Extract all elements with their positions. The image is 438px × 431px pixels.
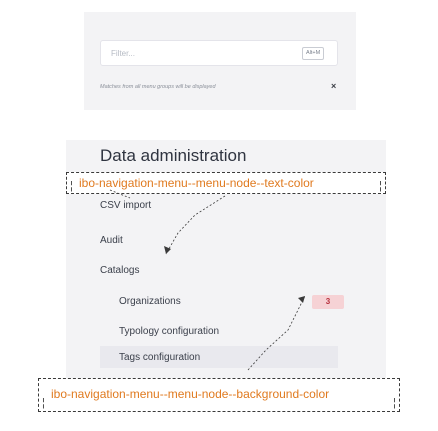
menu-item-catalogs[interactable]: Catalogs [100, 265, 139, 276]
filter-hint: Matches from all menu groups will be dis… [100, 84, 216, 90]
menu-item-tags-configuration[interactable]: Tags configuration [119, 352, 200, 363]
organizations-count-badge: 3 [312, 295, 344, 309]
annotation-bracket-right: ¦ [393, 397, 396, 409]
annotation-background-color-label: ibo-navigation-menu--menu-node--backgrou… [51, 387, 330, 401]
annotation-bracket-left: ¦ [42, 397, 45, 409]
menu-item-audit[interactable]: Audit [100, 235, 123, 246]
menu-item-organizations[interactable]: Organizations [119, 296, 181, 307]
menu-item-csv-import[interactable]: CSV import [100, 200, 151, 211]
menu-group-title: Data administration [100, 146, 247, 165]
annotation-bracket-right: ¦ [379, 180, 382, 192]
menu-item-typology-configuration[interactable]: Typology configuration [119, 326, 219, 337]
annotation-text-color: ¦ ibo-navigation-menu--menu-node--text-c… [66, 172, 386, 194]
close-hint-icon[interactable]: × [331, 81, 336, 91]
navigation-menu-screenshot: Alt+M Matches from all menu groups will … [0, 0, 438, 431]
shortcut-badge: Alt+M [302, 47, 325, 60]
annotation-bracket-left: ¦ [70, 180, 73, 192]
annotation-background-color: ¦ ibo-navigation-menu--menu-node--backgr… [38, 378, 400, 412]
annotation-text-color-label: ibo-navigation-menu--menu-node--text-col… [79, 176, 314, 190]
